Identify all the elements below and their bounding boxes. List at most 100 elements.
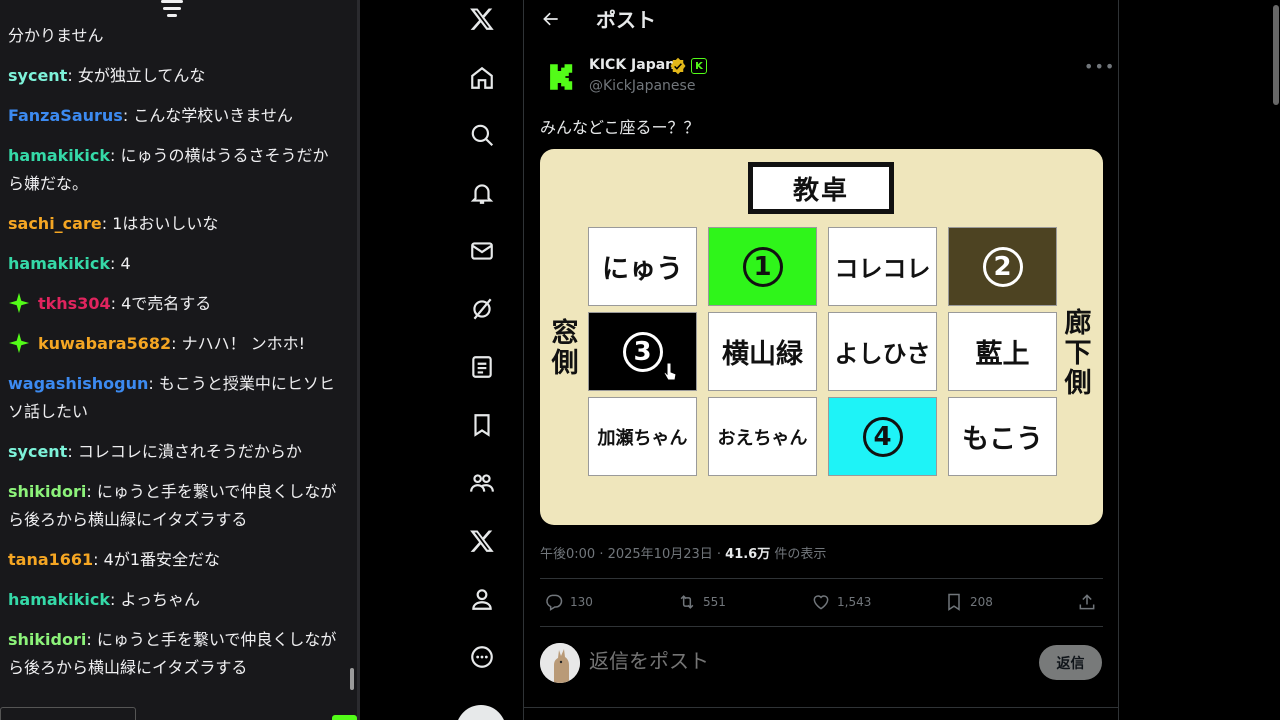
seat-number: 3 xyxy=(622,331,663,372)
chat-message: tana1661: 4が1番安全だな xyxy=(8,546,340,574)
chat-colon: : xyxy=(110,294,122,313)
window-side-label: 窓側 xyxy=(551,318,579,379)
post-timestamp[interactable]: 午後0:00 · 2025年10月23日 · xyxy=(540,547,725,562)
chat-username[interactable]: tana1661 xyxy=(8,550,93,569)
more-icon[interactable] xyxy=(466,641,498,673)
author-handle[interactable]: @KickJapanese xyxy=(589,78,695,94)
seat-label: 加瀬ちゃん xyxy=(597,427,688,449)
chat-message: hamakikick: よっちゃん xyxy=(8,586,340,614)
home-icon[interactable] xyxy=(466,62,498,94)
reply-input[interactable] xyxy=(589,649,989,673)
seat-name: 加瀬ちゃん xyxy=(588,397,697,476)
seat-label: 横山緑 xyxy=(722,339,803,370)
divider xyxy=(540,578,1103,579)
premium-icon[interactable] xyxy=(466,525,498,557)
view-count: 41.6万 xyxy=(725,547,771,562)
account-avatar[interactable] xyxy=(456,705,506,720)
chat-username[interactable]: hamakikick xyxy=(8,590,110,609)
chat-colon: : xyxy=(86,630,97,649)
chat-username[interactable]: shikidori xyxy=(8,630,86,649)
like-button[interactable]: 1,543 xyxy=(811,591,871,613)
repost-icon xyxy=(680,595,694,609)
more-options-icon[interactable]: ••• xyxy=(1084,57,1115,76)
seat-name: もこう xyxy=(948,397,1057,476)
lists-icon[interactable] xyxy=(466,351,498,383)
author-avatar[interactable] xyxy=(542,57,582,97)
repost-count: 551 xyxy=(703,595,726,609)
author-name[interactable]: KICK Japan xyxy=(589,57,675,73)
sparkle-badge-icon xyxy=(8,332,30,354)
mouse-cursor-icon xyxy=(663,362,677,381)
user-avatar[interactable] xyxy=(540,643,580,683)
seat-label: もこう xyxy=(962,424,1043,455)
chat-text: 4が1番安全だな xyxy=(103,550,221,569)
chat-message: FanzaSaurus: こんな学校いきません xyxy=(8,102,340,130)
chat-colon: : xyxy=(93,550,104,569)
chat-colon: : xyxy=(171,334,182,353)
post-image-seat-chart[interactable]: 教卓 窓側 廊下側 にゅう 1 コレコレ 2 3 横山緑 よしひさ 藍上 加瀬ちゃん おえちゃん 4… xyxy=(540,149,1103,525)
like-count: 1,543 xyxy=(837,595,872,609)
bookmark-count: 208 xyxy=(970,595,993,609)
chat-colon: : xyxy=(86,482,97,501)
seat-name: おえちゃん xyxy=(708,397,817,476)
hallway-side-label: 廊下側 xyxy=(1064,308,1092,399)
reply-button[interactable]: 130 xyxy=(544,591,593,613)
post-text: みんなどこ座るー？？ xyxy=(540,118,700,137)
chat-text: コレコレに潰されそうだからか xyxy=(77,442,302,461)
chat-username[interactable]: wagashishogun xyxy=(8,374,148,393)
chat-message: hamakikick: にゅうの横はうるさそうだから嫌だな。 xyxy=(8,142,340,198)
search-icon[interactable] xyxy=(466,119,498,151)
affiliate-badge[interactable]: K xyxy=(691,58,707,74)
chat-message: kuwabara5682: ナハハ！ ンホホ! xyxy=(8,330,340,358)
chat-username[interactable]: hamakikick xyxy=(8,146,110,165)
chat-username[interactable]: kuwabara5682 xyxy=(38,334,171,353)
chat-text: こんな学校いきません xyxy=(133,106,293,125)
seat-label: コレコレ xyxy=(834,255,931,283)
divider xyxy=(524,707,1118,708)
chat-username[interactable]: sachi_care xyxy=(8,214,102,233)
bookmark-icon xyxy=(948,593,960,611)
chat-colon: : xyxy=(67,442,78,461)
communities-icon[interactable] xyxy=(466,467,498,499)
reply-submit-button[interactable]: 返信 xyxy=(1039,645,1102,680)
bookmarks-icon[interactable] xyxy=(466,409,498,441)
messages-icon[interactable] xyxy=(466,235,498,267)
seat-label: 藍上 xyxy=(975,339,1030,370)
chat-text: 4で売名する xyxy=(121,294,212,313)
x-logo-icon[interactable] xyxy=(466,3,498,35)
seat-label: よしひさ xyxy=(834,340,931,368)
chat-colon: : xyxy=(67,66,78,85)
chat-username[interactable]: sycent xyxy=(8,66,67,85)
seat-number: 1 xyxy=(742,246,783,287)
share-button[interactable] xyxy=(1077,591,1103,613)
chat-message: sycent: 女が独立してんな xyxy=(8,62,340,90)
chat-send-button[interactable] xyxy=(332,715,357,720)
chat-username[interactable]: tkhs304 xyxy=(38,294,111,313)
profile-icon[interactable] xyxy=(466,583,498,615)
chat-input-box[interactable] xyxy=(0,707,136,720)
x-sidebar-nav xyxy=(357,0,523,720)
chat-colon: : xyxy=(122,106,134,125)
seat-label: にゅう xyxy=(602,254,683,285)
chat-scrollbar[interactable] xyxy=(350,668,354,690)
chat-username[interactable]: shikidori xyxy=(8,482,86,501)
post-meta: 午後0:00 · 2025年10月23日 · 41.6万 件の表示 xyxy=(540,543,826,562)
chat-panel: 分かりません sycent: 女が独立してんな FanzaSaurus: こんな学校… xyxy=(0,0,357,720)
llama-avatar-icon xyxy=(540,643,580,683)
chat-text: よっちゃん xyxy=(120,590,201,609)
repost-button[interactable]: 551 xyxy=(677,591,726,613)
chat-username[interactable]: hamakikick xyxy=(8,254,110,273)
bookmark-button[interactable]: 208 xyxy=(944,591,993,613)
chat-menu-icon[interactable] xyxy=(160,0,184,22)
verified-badge-icon xyxy=(669,57,687,75)
chat-username[interactable]: FanzaSaurus xyxy=(8,106,123,125)
back-arrow-icon[interactable] xyxy=(538,6,564,32)
seat-number: 4 xyxy=(862,416,903,457)
chat-text: 分かりません xyxy=(8,26,104,45)
chat-colon: : xyxy=(110,146,121,165)
chat-username[interactable]: sycent xyxy=(8,442,67,461)
grok-icon[interactable] xyxy=(466,293,498,325)
notifications-icon[interactable] xyxy=(466,177,498,209)
seat-numbered: 2 xyxy=(948,227,1057,306)
page-scrollbar[interactable] xyxy=(1273,5,1279,105)
